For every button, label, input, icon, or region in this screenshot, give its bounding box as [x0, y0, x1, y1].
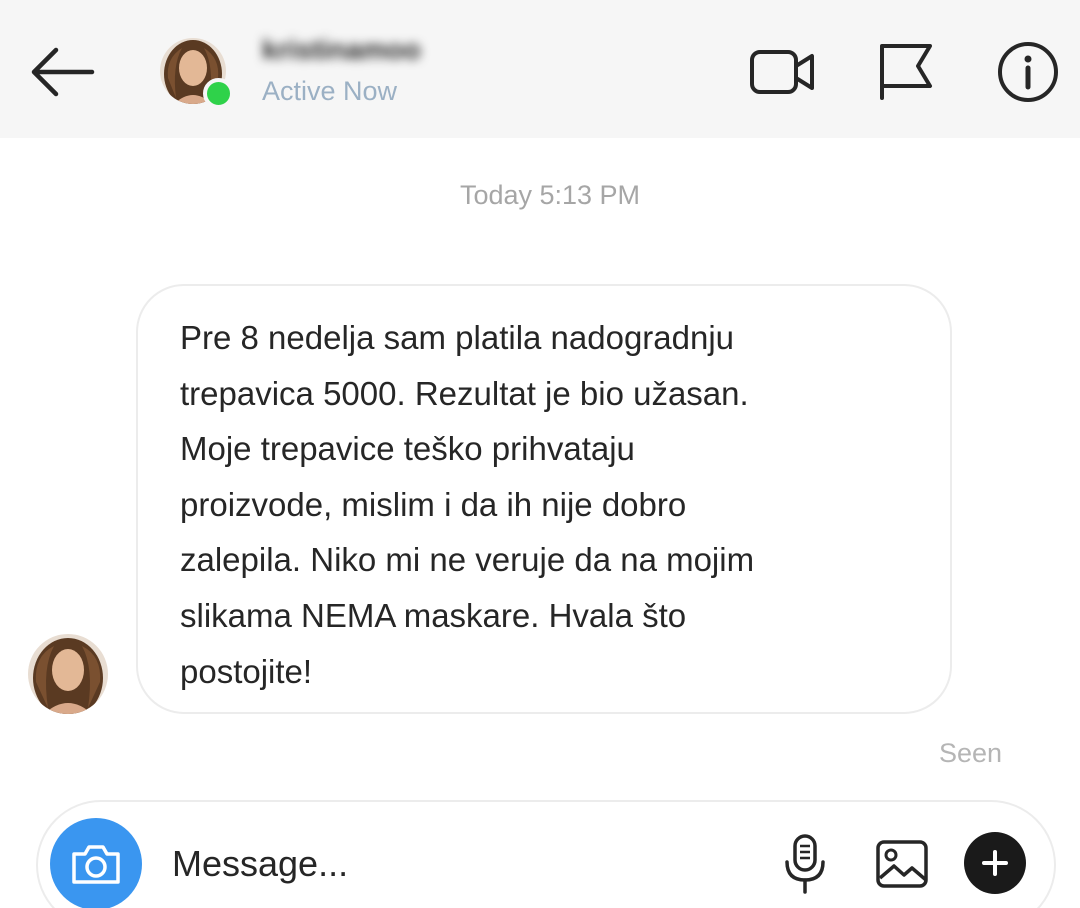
- sender-avatar-photo: [28, 634, 108, 714]
- active-status: Active Now: [262, 76, 398, 106]
- arrow-left-icon: [31, 47, 95, 97]
- thread-timestamp: Today 5:13 PM: [459, 180, 641, 210]
- video-call-button[interactable]: [748, 44, 818, 100]
- thread-header: kristinamoo Active Now: [0, 0, 1080, 138]
- image-icon: [876, 840, 928, 888]
- sender-avatar[interactable]: [28, 634, 108, 714]
- message-text: Pre 8 nedelja sam platila nadogradnju tr…: [180, 319, 755, 690]
- camera-button[interactable]: [50, 818, 142, 908]
- microphone-icon: [785, 834, 825, 894]
- message-input[interactable]: [172, 838, 732, 890]
- online-status-dot: [203, 78, 234, 109]
- conversation-info-button[interactable]: [996, 40, 1060, 104]
- video-camera-icon: [750, 50, 814, 94]
- message-composer: [36, 800, 1056, 908]
- back-button[interactable]: [26, 44, 98, 100]
- voice-message-button[interactable]: [780, 832, 830, 896]
- contact-avatar[interactable]: [160, 38, 234, 109]
- camera-icon: [72, 845, 120, 884]
- report-flag-button[interactable]: [874, 40, 938, 102]
- dm-thread-screen: kristinamoo Active Now Today 5:13 PM Pre…: [0, 0, 1080, 908]
- info-icon: [998, 42, 1058, 102]
- seen-receipt: Seen: [938, 738, 1002, 768]
- flag-icon: [880, 44, 932, 100]
- more-options-button[interactable]: [964, 832, 1026, 894]
- gallery-button[interactable]: [874, 838, 930, 890]
- contact-username[interactable]: kristinamoo: [262, 34, 474, 68]
- plus-icon: [982, 850, 1008, 876]
- message-bubble[interactable]: Pre 8 nedelja sam platila nadogradnju tr…: [136, 284, 952, 714]
